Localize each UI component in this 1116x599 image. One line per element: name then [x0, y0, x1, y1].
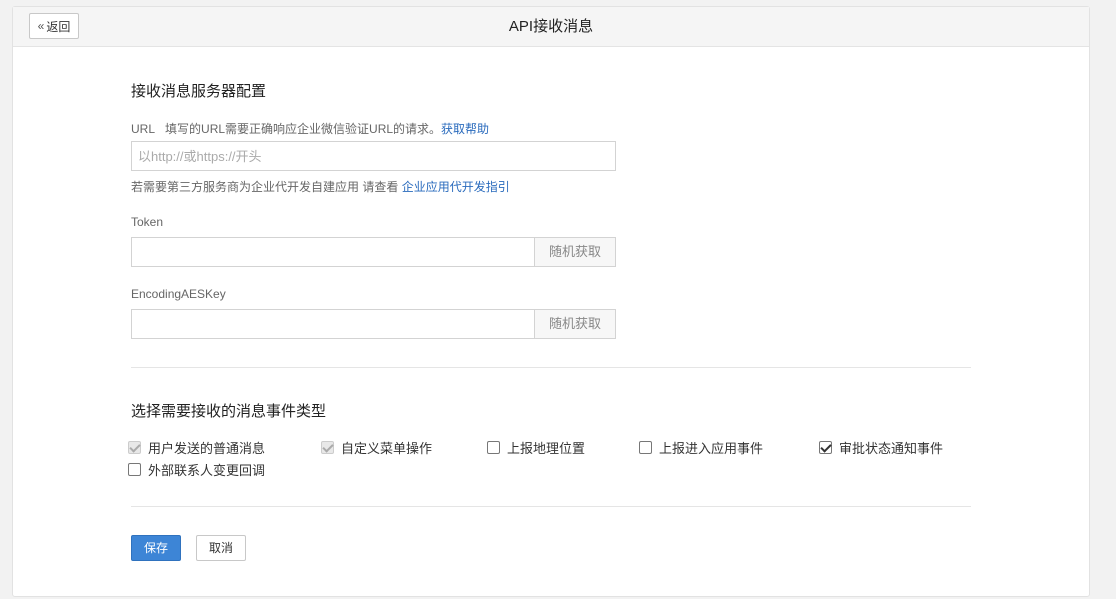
event-option-user-message[interactable]: 用户发送的普通消息: [128, 438, 265, 457]
section-divider: [131, 506, 971, 507]
event-option-external-contact[interactable]: 外部联系人变更回调: [128, 460, 265, 479]
panel-header: « 返回 API接收消息: [13, 7, 1089, 47]
checkbox-unchecked[interactable]: [128, 463, 141, 476]
section-divider: [131, 367, 971, 368]
aes-key-random-button[interactable]: 随机获取: [534, 309, 616, 339]
event-option-label: 自定义菜单操作: [341, 441, 433, 456]
url-label-row: URL 填写的URL需要正确响应企业微信验证URL的请求。获取帮助: [131, 120, 489, 137]
url-label: URL: [131, 122, 156, 136]
event-option-approval[interactable]: 审批状态通知事件: [819, 438, 943, 457]
aes-key-label: EncodingAESKey: [131, 287, 226, 301]
event-option-label: 外部联系人变更回调: [148, 463, 266, 478]
aes-key-input[interactable]: [131, 309, 535, 339]
checkbox-checked-disabled[interactable]: [128, 441, 141, 454]
checkbox-checked[interactable]: [819, 441, 832, 454]
save-button[interactable]: 保存: [131, 535, 181, 561]
token-label: Token: [131, 215, 164, 229]
checkbox-unchecked[interactable]: [639, 441, 652, 454]
checkbox-checked-disabled[interactable]: [321, 441, 334, 454]
event-option-label: 审批状态通知事件: [839, 441, 944, 456]
dev-guide-link[interactable]: 企业应用代开发指引: [402, 180, 510, 194]
event-types-title: 选择需要接收的消息事件类型: [131, 403, 327, 420]
server-config-title: 接收消息服务器配置: [131, 83, 267, 100]
token-random-button[interactable]: 随机获取: [534, 237, 616, 267]
url-description: 填写的URL需要正确响应企业微信验证URL的请求。: [165, 122, 442, 136]
event-option-label: 用户发送的普通消息: [148, 441, 266, 456]
cancel-button[interactable]: 取消: [196, 535, 246, 561]
event-option-label: 上报地理位置: [507, 441, 586, 456]
event-option-custom-menu[interactable]: 自定义菜单操作: [321, 438, 432, 457]
url-input[interactable]: [131, 141, 616, 171]
event-option-enter-app[interactable]: 上报进入应用事件: [639, 438, 763, 457]
url-help-link[interactable]: 获取帮助: [441, 122, 489, 136]
developer-hint: 若需要第三方服务商为企业代开发自建应用 请查看 企业应用代开发指引: [131, 178, 510, 195]
event-option-location[interactable]: 上报地理位置: [487, 438, 585, 457]
checkbox-unchecked[interactable]: [487, 441, 500, 454]
main-panel: « 返回 API接收消息 接收消息服务器配置 URL 填写的URL需要正确响应企…: [12, 6, 1090, 597]
token-input[interactable]: [131, 237, 535, 267]
page-title: API接收消息: [508, 18, 594, 35]
event-option-label: 上报进入应用事件: [659, 441, 764, 456]
hint-text: 若需要第三方服务商为企业代开发自建应用 请查看: [131, 180, 399, 194]
